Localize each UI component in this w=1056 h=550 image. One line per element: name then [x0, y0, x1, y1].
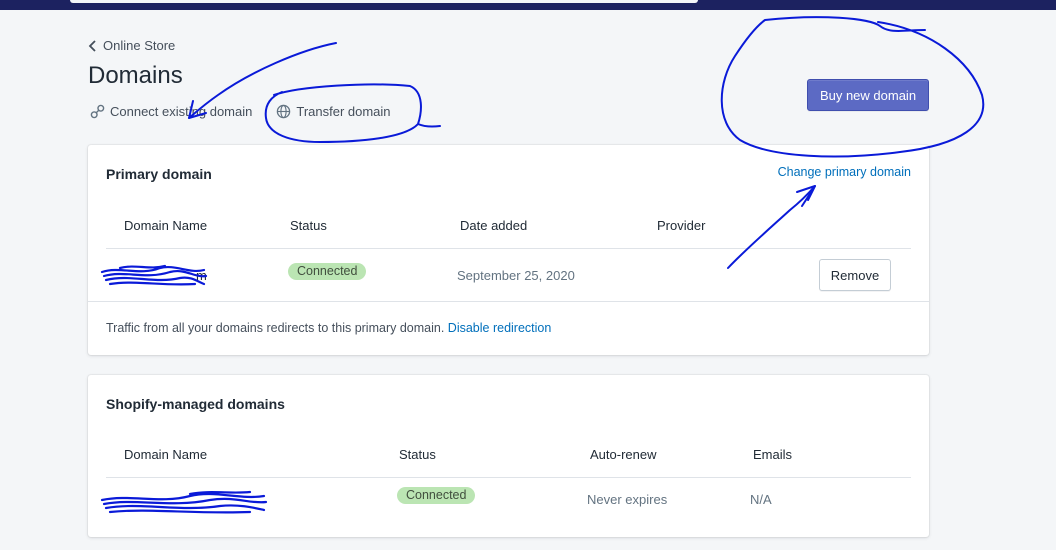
column-header-provider: Provider — [657, 218, 706, 233]
redirect-info: Traffic from all your domains redirects … — [106, 321, 551, 335]
auto-renew-value: Never expires — [587, 492, 668, 507]
remove-button[interactable]: Remove — [819, 259, 891, 291]
column-header-emails: Emails — [753, 447, 793, 462]
emails-value: N/A — [750, 492, 772, 507]
date-added-value: September 25, 2020 — [457, 268, 575, 283]
card-section-divider — [88, 301, 929, 302]
column-header-domain-name: Domain Name — [124, 218, 208, 233]
link-icon — [90, 104, 105, 119]
column-header-status: Status — [290, 218, 327, 233]
breadcrumb-label: Online Store — [103, 38, 176, 53]
column-header-status: Status — [399, 447, 436, 462]
globe-icon — [277, 104, 291, 119]
column-header-auto-renew: Auto-renew — [590, 447, 657, 462]
primary-domain-card: Primary domain Change primary domain Dom… — [88, 145, 929, 355]
managed-domains-title: Shopify-managed domains — [106, 396, 285, 412]
breadcrumb-back[interactable]: Online Store — [88, 38, 175, 53]
status-badge: Connected — [288, 263, 367, 280]
column-header-date-added: Date added — [460, 218, 528, 233]
disable-redirection-link[interactable]: Disable redirection — [448, 321, 552, 335]
transfer-domain-action[interactable]: Transfer domain — [276, 104, 391, 119]
primary-domain-title: Primary domain — [106, 166, 212, 182]
connect-existing-domain-label: Connect existing domain — [110, 104, 253, 119]
buy-new-domain-button[interactable]: Buy new domain — [807, 79, 929, 111]
redirect-info-text: Traffic from all your domains redirects … — [106, 321, 445, 335]
connect-existing-domain-action[interactable]: Connect existing domain — [90, 104, 252, 119]
status-badge: Connected — [397, 487, 476, 504]
column-header-domain-name: Domain Name — [124, 447, 208, 462]
redacted-domain-scribble — [100, 264, 208, 286]
table-divider — [106, 248, 911, 249]
table-divider — [106, 477, 911, 478]
redacted-domain-scribble — [100, 490, 268, 514]
change-primary-domain-link[interactable]: Change primary domain — [778, 165, 911, 179]
page-actions: Connect existing domain Transfer domain — [90, 104, 391, 119]
page-title: Domains — [88, 62, 183, 89]
top-bar — [0, 0, 1056, 10]
transfer-domain-label: Transfer domain — [296, 104, 391, 119]
chevron-left-icon — [88, 39, 96, 52]
